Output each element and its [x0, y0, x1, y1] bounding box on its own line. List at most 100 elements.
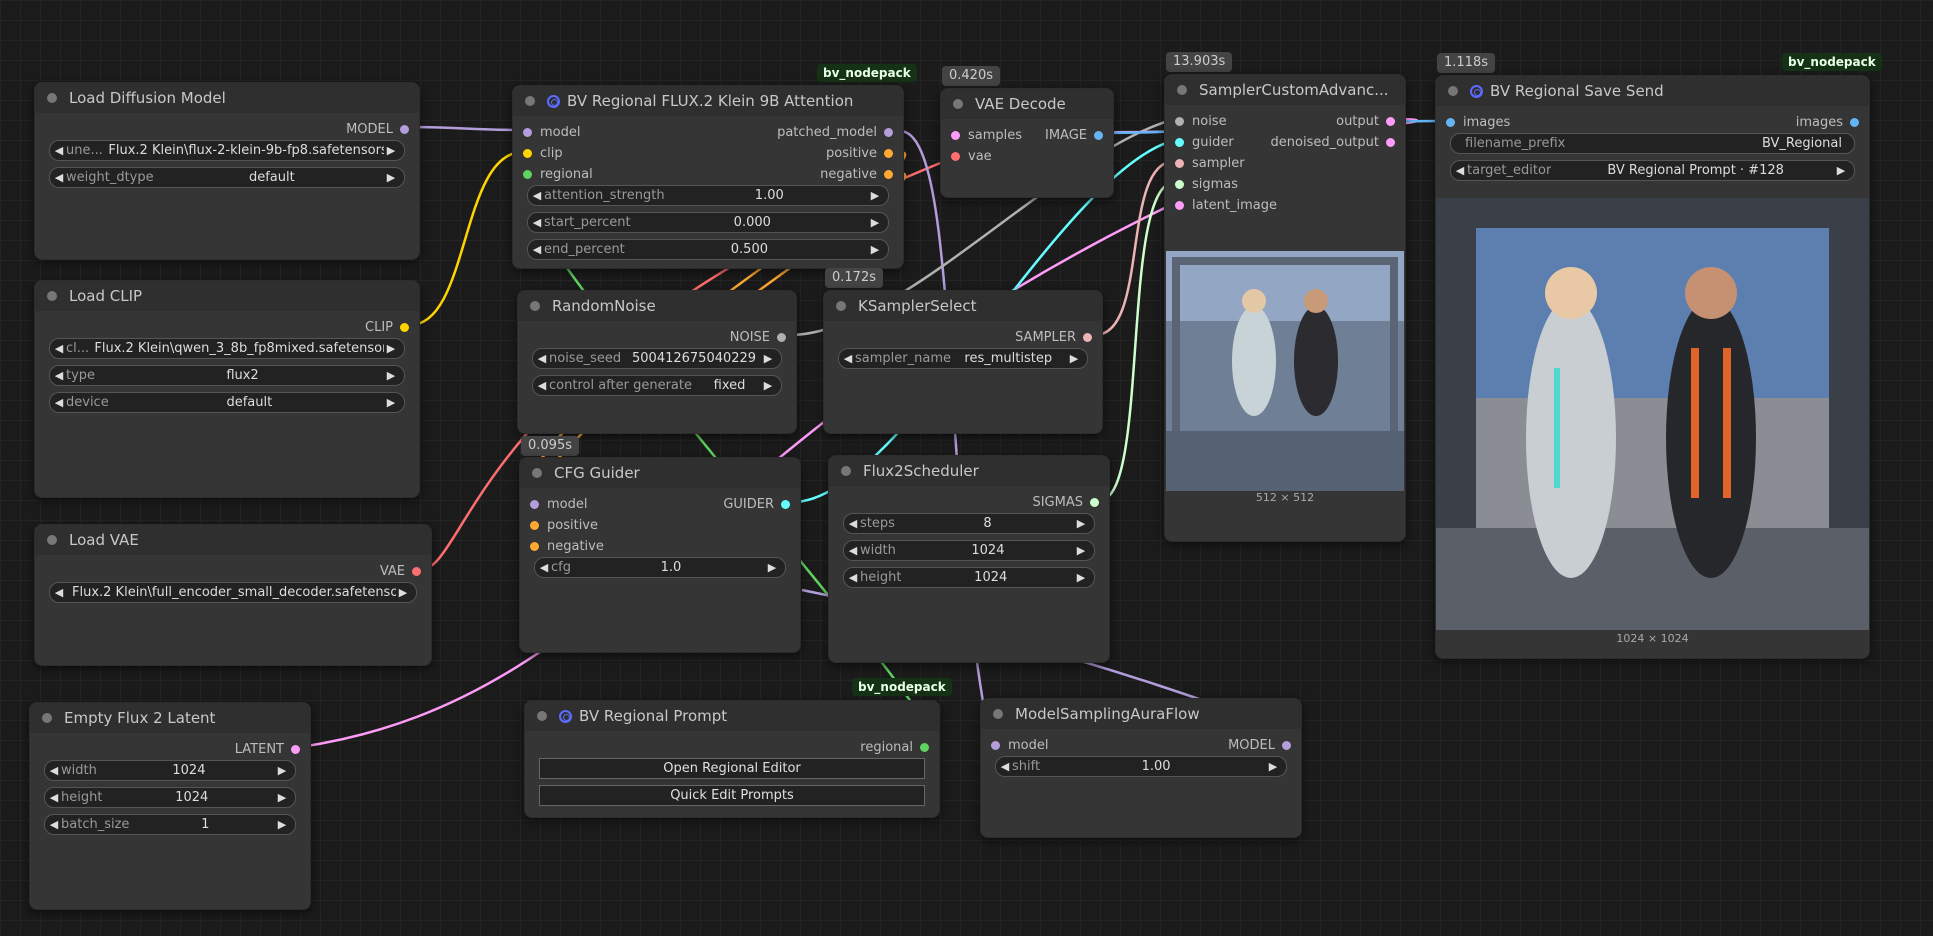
output-positive[interactable]: positive	[826, 143, 893, 164]
slot-dot-icon[interactable]	[1090, 498, 1099, 507]
slot-dot-icon[interactable]	[1175, 117, 1184, 126]
vae-name-widget[interactable]: ◀ Flux.2 Klein\full_encoder_small_decoder…	[49, 582, 417, 603]
arrow-right-icon[interactable]: ▶	[1074, 544, 1088, 557]
slot-dot-icon[interactable]	[884, 170, 893, 179]
input-sigmas[interactable]: sigmas	[1175, 174, 1238, 195]
slot-dot-icon[interactable]	[412, 567, 421, 576]
sampler-name-widget[interactable]: ◀ sampler_name res_multistep ▶	[838, 348, 1088, 369]
node-load-clip[interactable]: Load CLIP CLIP ◀ cl... Flux.2 Klein\qwen_3…	[34, 280, 420, 498]
output-guider[interactable]: GUIDER	[723, 494, 790, 515]
arrow-left-icon[interactable]: ◀	[846, 571, 860, 584]
arrow-left-icon[interactable]: ◀	[530, 243, 544, 256]
control-after-generate-widget[interactable]: ◀ control after generate fixed ▶	[532, 375, 782, 396]
arrow-left-icon[interactable]: ◀	[998, 760, 1012, 773]
node-sampler-custom-advanced[interactable]: SamplerCustomAdvanc... noise output guide…	[1164, 74, 1406, 542]
input-model[interactable]: model	[991, 735, 1048, 756]
height-widget[interactable]: ◀ height 1024 ▶	[843, 567, 1095, 588]
input-latent-image[interactable]: latent_image	[1175, 195, 1277, 216]
slot-dot-icon[interactable]	[1094, 131, 1103, 140]
collapse-dot-icon[interactable]	[993, 709, 1003, 719]
saved-image-preview[interactable]	[1436, 198, 1869, 630]
input-sampler[interactable]: sampler	[1175, 153, 1245, 174]
collapse-dot-icon[interactable]	[532, 468, 542, 478]
node-load-diffusion-model[interactable]: Load Diffusion Model MODEL ◀ une... Flux.2…	[34, 82, 420, 260]
arrow-left-icon[interactable]: ◀	[537, 561, 551, 574]
output-regional[interactable]: regional	[860, 737, 929, 758]
preview-image[interactable]	[1166, 251, 1404, 491]
node-title[interactable]: KSamplerSelect	[824, 291, 1102, 321]
output-clip[interactable]: CLIP	[365, 317, 409, 338]
cfg-widget[interactable]: ◀ cfg 1.0 ▶	[534, 557, 786, 578]
unet-name-widget[interactable]: ◀ une... Flux.2 Klein\flux-2-klein-9b-fp8.…	[49, 140, 405, 161]
slot-dot-icon[interactable]	[920, 743, 929, 752]
slot-dot-icon[interactable]	[1850, 118, 1859, 127]
collapse-dot-icon[interactable]	[42, 713, 52, 723]
output-sampler[interactable]: SAMPLER	[1015, 327, 1092, 348]
arrow-right-icon[interactable]: ▶	[396, 586, 410, 599]
arrow-left-icon[interactable]: ◀	[535, 379, 549, 392]
collapse-dot-icon[interactable]	[836, 301, 846, 311]
collapse-dot-icon[interactable]	[47, 291, 57, 301]
arrow-right-icon[interactable]: ▶	[868, 243, 882, 256]
height-widget[interactable]: ◀ height 1024 ▶	[44, 787, 296, 808]
slot-dot-icon[interactable]	[523, 128, 532, 137]
arrow-right-icon[interactable]: ▶	[868, 189, 882, 202]
input-guider[interactable]: guider	[1175, 132, 1234, 153]
node-title[interactable]: Empty Flux 2 Latent	[30, 703, 310, 733]
quick-edit-prompts-button[interactable]: Quick Edit Prompts	[539, 785, 925, 806]
arrow-right-icon[interactable]: ▶	[1074, 571, 1088, 584]
node-title[interactable]: ModelSamplingAuraFlow	[981, 699, 1301, 729]
arrow-right-icon[interactable]: ▶	[1834, 164, 1848, 177]
attention-strength-widget[interactable]: ◀ attention_strength 1.00 ▶	[527, 185, 889, 206]
slot-dot-icon[interactable]	[1282, 741, 1291, 750]
arrow-left-icon[interactable]: ◀	[846, 517, 860, 530]
arrow-right-icon[interactable]: ▶	[275, 791, 289, 804]
arrow-left-icon[interactable]: ◀	[530, 216, 544, 229]
collapse-dot-icon[interactable]	[47, 93, 57, 103]
output-model[interactable]: MODEL	[346, 119, 409, 140]
node-load-vae[interactable]: Load VAE VAE ◀ Flux.2 Klein\full_encoder_…	[34, 524, 432, 666]
target-editor-widget[interactable]: ◀ target_editor BV Regional Prompt · #128 ▶	[1450, 160, 1855, 181]
node-title[interactable]: CFG Guider	[520, 458, 800, 488]
node-empty-flux2-latent[interactable]: Empty Flux 2 Latent LATENT ◀ width 1024 ▶ ◀…	[29, 702, 311, 910]
end-percent-widget[interactable]: ◀ end_percent 0.500 ▶	[527, 239, 889, 260]
arrow-left-icon[interactable]: ◀	[47, 818, 61, 831]
arrow-right-icon[interactable]: ▶	[868, 216, 882, 229]
slot-dot-icon[interactable]	[400, 125, 409, 134]
input-clip[interactable]: clip	[523, 143, 563, 164]
arrow-left-icon[interactable]: ◀	[47, 764, 61, 777]
node-vae-decode[interactable]: VAE Decode samples IMAGE vae	[940, 88, 1114, 198]
input-vae[interactable]: vae	[951, 146, 992, 167]
batch-size-widget[interactable]: ◀ batch_size 1 ▶	[44, 814, 296, 835]
collapse-dot-icon[interactable]	[953, 99, 963, 109]
slot-dot-icon[interactable]	[884, 128, 893, 137]
arrow-right-icon[interactable]: ▶	[384, 396, 398, 409]
arrow-right-icon[interactable]: ▶	[1266, 760, 1280, 773]
slot-dot-icon[interactable]	[951, 131, 960, 140]
slot-dot-icon[interactable]	[777, 333, 786, 342]
filename-prefix-widget[interactable]: filename_prefix BV_Regional	[1450, 133, 1855, 154]
arrow-left-icon[interactable]: ◀	[52, 144, 66, 157]
slot-dot-icon[interactable]	[1446, 118, 1455, 127]
node-title[interactable]: BV Regional Save Send	[1436, 76, 1869, 106]
slot-dot-icon[interactable]	[991, 741, 1000, 750]
slot-dot-icon[interactable]	[530, 542, 539, 551]
width-widget[interactable]: ◀ width 1024 ▶	[843, 540, 1095, 561]
slot-dot-icon[interactable]	[781, 500, 790, 509]
node-title[interactable]: SamplerCustomAdvanc...	[1165, 75, 1405, 105]
arrow-left-icon[interactable]: ◀	[846, 544, 860, 557]
slot-dot-icon[interactable]	[1175, 201, 1184, 210]
slot-dot-icon[interactable]	[1175, 159, 1184, 168]
input-images[interactable]: images	[1446, 112, 1510, 133]
node-bv-regional-attention[interactable]: BV Regional FLUX.2 Klein 9B Attention mo…	[512, 85, 904, 269]
arrow-left-icon[interactable]: ◀	[530, 189, 544, 202]
collapse-dot-icon[interactable]	[525, 96, 535, 106]
type-widget[interactable]: ◀ type flux2 ▶	[49, 365, 405, 386]
input-model[interactable]: model	[530, 494, 587, 515]
arrow-right-icon[interactable]: ▶	[384, 171, 398, 184]
input-samples[interactable]: samples	[951, 125, 1022, 146]
arrow-right-icon[interactable]: ▶	[384, 144, 398, 157]
output-negative[interactable]: negative	[820, 164, 893, 185]
slot-dot-icon[interactable]	[884, 149, 893, 158]
start-percent-widget[interactable]: ◀ start_percent 0.000 ▶	[527, 212, 889, 233]
